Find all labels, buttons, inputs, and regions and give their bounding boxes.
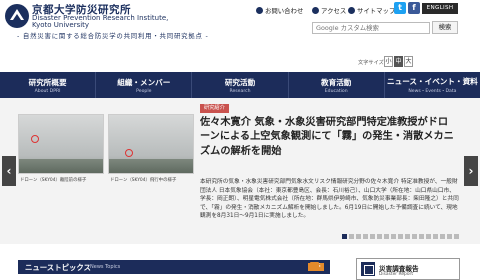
font-size-small-button[interactable]: 小 — [384, 56, 393, 67]
access-link[interactable]: アクセス — [312, 6, 346, 15]
facebook-icon[interactable]: f — [408, 2, 420, 14]
slider-dot[interactable] — [440, 234, 445, 239]
nav-item-sublabel: People — [136, 88, 152, 94]
report-icon — [361, 262, 375, 276]
sitemap-icon — [348, 7, 355, 14]
news-topics-header: ニューストピックス News Topics RSS — [18, 260, 330, 274]
drone-photo-before-takeoff[interactable] — [18, 114, 104, 174]
twitter-icon[interactable]: t — [394, 2, 406, 14]
slider-dot[interactable] — [377, 234, 382, 239]
slider-prev-arrow-icon[interactable]: ‹ — [2, 156, 16, 186]
article-category-badge: 研究紹介 — [200, 104, 229, 113]
drone-photo-in-flight[interactable] — [108, 114, 194, 174]
slider-dot[interactable] — [342, 234, 347, 239]
nav-item-sublabel: Research — [229, 88, 251, 94]
slider-dot[interactable] — [384, 234, 389, 239]
font-size-medium-button[interactable]: 中 — [394, 56, 403, 67]
slider-dot[interactable] — [398, 234, 403, 239]
slider-dot[interactable] — [433, 234, 438, 239]
contact-link-label: お問い合わせ — [265, 7, 304, 15]
drone-marker-circle — [31, 135, 39, 143]
slider-dot[interactable] — [454, 234, 459, 239]
main-nav: 研究所概要 About DPRI 組織・メンバー People 研究活動 Res… — [0, 72, 480, 98]
sitemap-link-label: サイトマップ — [357, 7, 396, 15]
contact-link[interactable]: お問い合わせ — [256, 6, 303, 15]
article-body: 本研究所の気象・水象災害研究部門気象水文リスク情報研究分野の佐々木寛介 特定准教… — [200, 179, 459, 220]
nav-item-sublabel: News・Events・Data — [408, 89, 457, 94]
nav-item-label: ニュース・イベント・資料 — [387, 77, 478, 86]
nav-item-label: 教育活動 — [321, 77, 352, 87]
report-subtitle: Disaster Report — [379, 272, 414, 277]
disaster-report-link[interactable]: 災害調査報告 Disaster Report — [356, 258, 460, 280]
photo-caption: ドローン（SKY04）飛行中の様子 — [110, 178, 177, 183]
font-size-large-button[interactable]: 大 — [404, 56, 413, 67]
english-button[interactable]: ENGLISH — [422, 3, 458, 14]
search-button[interactable]: 検索 — [432, 21, 458, 34]
nav-item-news[interactable]: ニュース・イベント・資料 News・Events・Data — [385, 72, 480, 98]
nav-item-label: 研究所概要 — [28, 77, 67, 87]
article-title[interactable]: 佐々木寛介 気象・水象災害研究部門特定准教授がドローンによる上空気象観測にて「霧… — [200, 116, 456, 159]
site-header: 京都大学防災研究所 Disaster Prevention Research I… — [0, 0, 480, 56]
photo-caption: ドローン（SKY04）離陸前の様子 — [20, 178, 87, 183]
slider-pagination — [342, 234, 459, 239]
site-name-en-line2: Kyoto University — [32, 21, 90, 29]
slider-dot[interactable] — [419, 234, 424, 239]
slider-dot[interactable] — [356, 234, 361, 239]
site-tagline: - 自然災害に関する総合防災学の共同利用・共同研究拠点 - — [17, 32, 209, 40]
access-icon — [312, 7, 319, 14]
contact-icon — [256, 7, 263, 14]
slider-dot[interactable] — [447, 234, 452, 239]
search-input[interactable] — [312, 22, 430, 34]
news-topics-title: ニューストピックス — [25, 263, 91, 272]
nav-item-label: 研究活動 — [224, 77, 256, 87]
nav-item-people[interactable]: 組織・メンバー People — [96, 72, 193, 98]
slider-dot[interactable] — [405, 234, 410, 239]
access-link-label: アクセス — [321, 7, 347, 15]
nav-item-sublabel: Education — [324, 88, 348, 94]
drone-marker-circle — [125, 149, 133, 157]
slider-dot[interactable] — [370, 234, 375, 239]
nav-item-about[interactable]: 研究所概要 About DPRI — [0, 72, 97, 98]
slider-dot[interactable] — [391, 234, 396, 239]
slider-dot[interactable] — [363, 234, 368, 239]
photo-hill — [19, 159, 103, 173]
news-topics-subtitle: News Topics — [90, 264, 121, 270]
slider-next-arrow-icon[interactable]: › — [464, 156, 478, 186]
photo-hill — [109, 159, 193, 173]
rss-feed-icon[interactable] — [310, 262, 319, 271]
nav-item-education[interactable]: 教育活動 Education — [289, 72, 385, 98]
sitemap-link[interactable]: サイトマップ — [348, 6, 395, 15]
dpri-logo-icon[interactable] — [4, 3, 30, 29]
slider-dot[interactable] — [412, 234, 417, 239]
nav-item-sublabel: About DPRI — [34, 88, 61, 94]
slider-dot[interactable] — [349, 234, 354, 239]
nav-item-research[interactable]: 研究活動 Research — [192, 72, 289, 98]
slider-dot[interactable] — [426, 234, 431, 239]
feature-slider: ドローン（SKY04）離陸前の様子 ドローン（SKY04）飛行中の様子 研究紹介… — [0, 98, 480, 244]
font-size-label: 文字サイズ — [358, 60, 384, 66]
nav-item-label: 組織・メンバー — [117, 77, 171, 87]
